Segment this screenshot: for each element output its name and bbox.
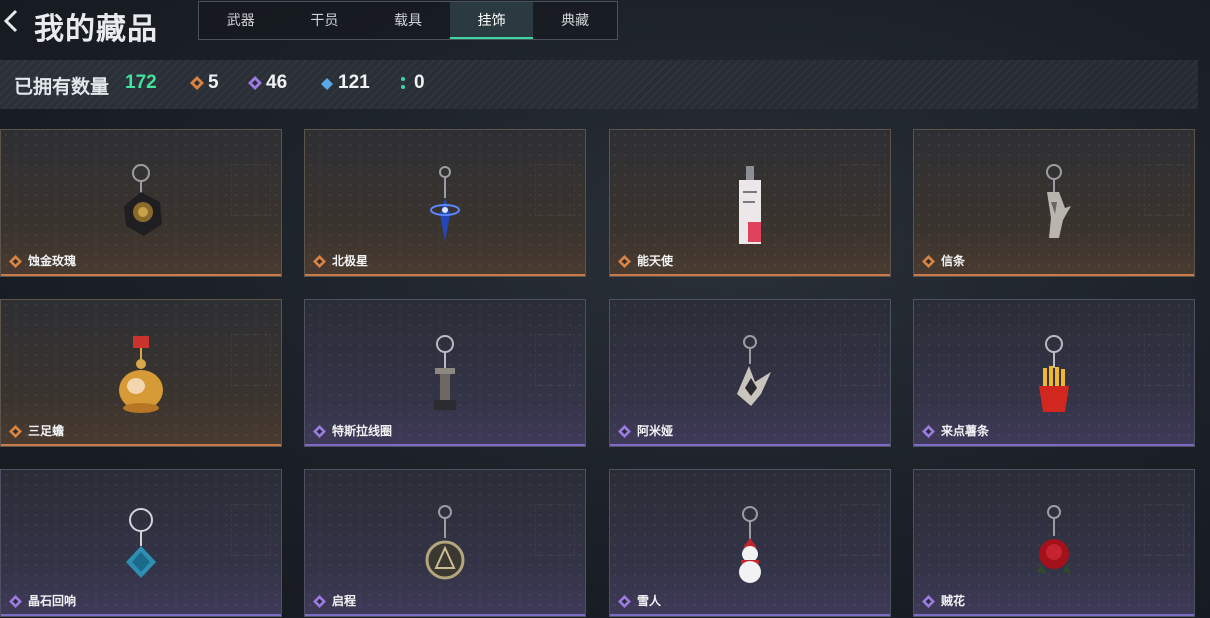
charm-name: 启程	[332, 594, 357, 608]
charm-name: 信条	[941, 254, 966, 268]
star-charm-icon	[430, 166, 460, 242]
tab-vehicles[interactable]: 载具	[366, 2, 450, 39]
orange-diamond-icon	[9, 425, 22, 438]
fries-charm-icon	[1039, 335, 1069, 412]
crystal-charm-icon	[126, 508, 156, 578]
charm-card[interactable]: 雪人	[609, 469, 891, 617]
red-rose-charm-icon	[1037, 505, 1071, 574]
charm-card[interactable]: 能天使	[609, 129, 891, 277]
rarity-line	[914, 444, 1194, 446]
orange-diamond-icon	[313, 255, 326, 268]
rarity-line	[1, 274, 281, 276]
card-deco	[1144, 504, 1184, 556]
purple-diamond-icon	[922, 425, 935, 438]
stat-blue: 121	[320, 72, 370, 94]
purple-diamond-icon	[9, 595, 22, 608]
rarity-line	[610, 444, 890, 446]
charm-name: 特斯拉线圈	[332, 424, 393, 438]
category-tabs: 武器 干员 载具 挂饰 典藏	[198, 1, 618, 40]
card-deco	[1144, 164, 1184, 216]
tab-weapons[interactable]: 武器	[199, 2, 283, 39]
stat-green: 0	[396, 72, 425, 94]
rarity-line	[305, 444, 585, 446]
charm-name: 来点薯条	[941, 424, 990, 438]
card-deco	[231, 334, 271, 386]
rose-charm-icon	[124, 164, 162, 236]
card-deco	[840, 504, 880, 556]
green-dots-icon	[401, 77, 405, 89]
toad-charm-icon	[119, 336, 163, 413]
back-arrow-icon[interactable]	[2, 8, 22, 34]
charm-card[interactable]: 阿米娅	[609, 299, 891, 447]
rarity-line	[610, 274, 890, 276]
page-title: 我的藏品	[34, 13, 158, 46]
card-deco	[231, 164, 271, 216]
rarity-line	[1, 444, 281, 446]
stat-orange: 5	[190, 72, 219, 94]
charm-card[interactable]: 特斯拉线圈	[304, 299, 586, 447]
charm-card[interactable]: 蚀金玫瑰	[0, 129, 282, 277]
purple-diamond-icon	[618, 595, 631, 608]
charm-name: 能天使	[637, 254, 674, 268]
stat-orange-value: 5	[208, 72, 219, 93]
rarity-line	[305, 614, 585, 616]
stat-blue-value: 121	[338, 72, 370, 93]
charm-card[interactable]: 启程	[304, 469, 586, 617]
charm-card[interactable]: 来点薯条	[913, 299, 1195, 447]
owned-count-label: 已拥有数量	[14, 77, 110, 98]
charm-name: 蚀金玫瑰	[28, 254, 77, 268]
charm-name: 贼花	[941, 594, 966, 608]
ears-charm-icon	[737, 335, 771, 406]
charm-card[interactable]: 三足蟾	[0, 299, 282, 447]
blue-diamond-icon	[321, 78, 333, 90]
stat-purple: 46	[248, 72, 287, 94]
charm-name: 北极星	[332, 254, 369, 268]
orange-diamond-icon	[922, 255, 935, 268]
tab-collection[interactable]: 典藏	[533, 2, 617, 39]
card-deco	[535, 334, 575, 386]
charm-name: 阿米娅	[637, 424, 674, 438]
charm-name: 三足蟾	[28, 424, 65, 438]
purple-diamond-icon	[248, 76, 262, 90]
owned-count-total: 172	[125, 72, 157, 93]
stat-purple-value: 46	[266, 72, 288, 93]
charm-card[interactable]: 信条	[913, 129, 1195, 277]
orange-diamond-icon	[9, 255, 22, 268]
coil-charm-icon	[434, 335, 456, 410]
purple-diamond-icon	[618, 425, 631, 438]
card-deco	[231, 504, 271, 556]
stat-green-value: 0	[414, 72, 425, 93]
card-charm-icon	[739, 166, 761, 244]
purple-diamond-icon	[313, 595, 326, 608]
card-deco	[840, 334, 880, 386]
purple-diamond-icon	[313, 425, 326, 438]
card-deco	[535, 164, 575, 216]
tab-charms[interactable]: 挂饰	[449, 2, 534, 39]
charm-card[interactable]: 北极星	[304, 129, 586, 277]
charm-name: 晶石回响	[28, 594, 77, 608]
purple-diamond-icon	[922, 595, 935, 608]
emblem-charm-icon	[425, 505, 465, 580]
orange-diamond-icon	[190, 76, 204, 90]
card-deco	[1144, 334, 1184, 386]
charm-card[interactable]: 贼花	[913, 469, 1195, 617]
owned-count-bar: 已拥有数量 172 5 46 121 0	[0, 60, 1198, 109]
card-deco	[535, 504, 575, 556]
eagle-charm-icon	[1046, 164, 1071, 238]
card-deco	[840, 164, 880, 216]
rarity-line	[914, 614, 1194, 616]
rarity-line	[610, 614, 890, 616]
rarity-line	[914, 274, 1194, 276]
tab-operators[interactable]: 干员	[283, 2, 367, 39]
snowman-charm-icon	[739, 506, 761, 583]
rarity-line	[1, 614, 281, 616]
charm-name: 雪人	[637, 594, 662, 608]
rarity-line	[305, 274, 585, 276]
orange-diamond-icon	[618, 255, 631, 268]
charm-card[interactable]: 晶石回响	[0, 469, 282, 617]
